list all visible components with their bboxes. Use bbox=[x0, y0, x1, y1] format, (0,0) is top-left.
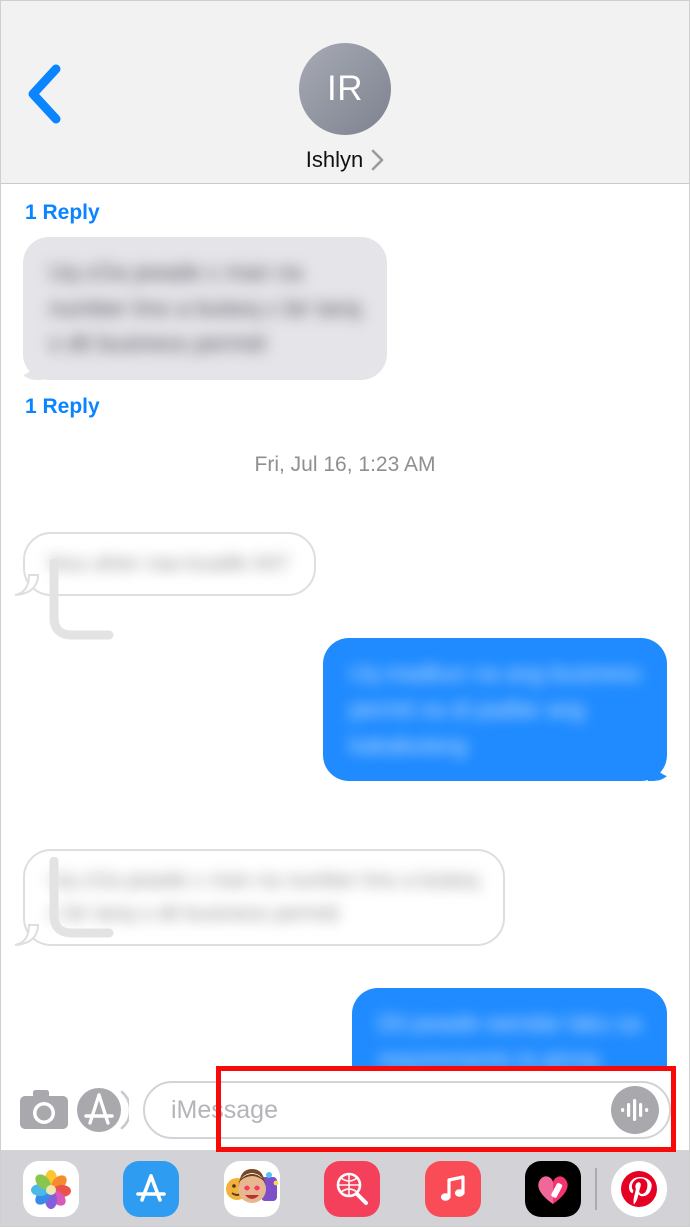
memoji-icon[interactable] bbox=[223, 1161, 280, 1217]
photos-icon[interactable] bbox=[23, 1161, 79, 1217]
message-input-bar: iMessage bbox=[1, 1070, 689, 1150]
message-row: Uq cOa pwade c man na number lmo a bular… bbox=[1, 237, 689, 380]
message-row: Uq cOa pwade c man na number lmo a bular… bbox=[1, 849, 689, 947]
images-search-icon[interactable] bbox=[324, 1161, 381, 1217]
message-text: Uq cOa pwade c man na number lmo a bular… bbox=[49, 259, 361, 357]
message-bubble-incoming[interactable]: Uq cOa pwade c man na number lmo a bular… bbox=[23, 237, 387, 380]
message-input-placeholder: iMessage bbox=[171, 1095, 278, 1124]
app-store-icon[interactable] bbox=[123, 1161, 180, 1217]
drawer-divider bbox=[595, 1168, 598, 1210]
bubble-tail-icon bbox=[14, 924, 39, 947]
contact-header-block[interactable]: IR Ishlyn bbox=[1, 43, 689, 173]
message-text: Dit pwade wendar laku sa requirements la… bbox=[377, 1010, 641, 1070]
chevron-right-icon bbox=[371, 149, 384, 171]
bubble-tail-icon bbox=[14, 574, 39, 597]
message-bubble-quoted[interactable]: Nuu ahier naa kuadle 847 bbox=[14, 531, 316, 597]
contact-name: Ishlyn bbox=[305, 147, 364, 172]
thread-reply-count-top[interactable]: 1 Reply bbox=[1, 184, 689, 223]
conversation-timestamp: Fri, Jul 16, 1:23 AM bbox=[254, 452, 436, 476]
app-drawer[interactable] bbox=[1, 1150, 689, 1226]
pinterest-icon[interactable] bbox=[611, 1161, 668, 1217]
message-row: Dit pwade wendar laku sa requirements la… bbox=[1, 988, 689, 1070]
message-field-wrap: iMessage bbox=[143, 1081, 671, 1139]
message-row: Nuu ahier naa kuadle 847 bbox=[1, 531, 689, 597]
message-text: Nuu ahier naa kuadle 847 bbox=[49, 551, 290, 575]
music-note-icon[interactable] bbox=[424, 1161, 481, 1217]
app-store-icon[interactable] bbox=[73, 1081, 131, 1139]
message-bubble-outgoing[interactable]: Uq madkun na ang business permit na di p… bbox=[323, 638, 667, 782]
message-list[interactable]: 1 Reply Uq cOa pwade c man na number lmo… bbox=[1, 184, 689, 1070]
thread-reply-count-bottom[interactable]: 1 Reply bbox=[1, 380, 689, 417]
contact-name-row[interactable]: Ishlyn bbox=[306, 147, 384, 173]
message-text: Uq madkun na ang business permit na di p… bbox=[349, 660, 641, 758]
audio-waveform-icon[interactable] bbox=[611, 1086, 659, 1134]
message-text: Uq cOa pwade c man na number lmo a bular… bbox=[49, 869, 479, 925]
avatar-initials: IR bbox=[327, 69, 363, 108]
digital-touch-icon[interactable] bbox=[525, 1161, 582, 1217]
avatar[interactable]: IR bbox=[299, 43, 391, 135]
message-bubble-outgoing[interactable]: Dit pwade wendar laku sa requirements la… bbox=[351, 988, 667, 1070]
camera-icon[interactable] bbox=[15, 1081, 73, 1139]
message-input-field[interactable]: iMessage bbox=[143, 1081, 671, 1139]
navigation-header: IR Ishlyn bbox=[1, 1, 689, 184]
message-row: Uq madkun na ang business permit na di p… bbox=[1, 638, 689, 782]
imessage-conversation-screen: IR Ishlyn 1 Reply Uq cOa pwade c man na … bbox=[0, 0, 690, 1227]
message-bubble-quoted[interactable]: Uq cOa pwade c man na number lmo a bular… bbox=[14, 849, 505, 947]
